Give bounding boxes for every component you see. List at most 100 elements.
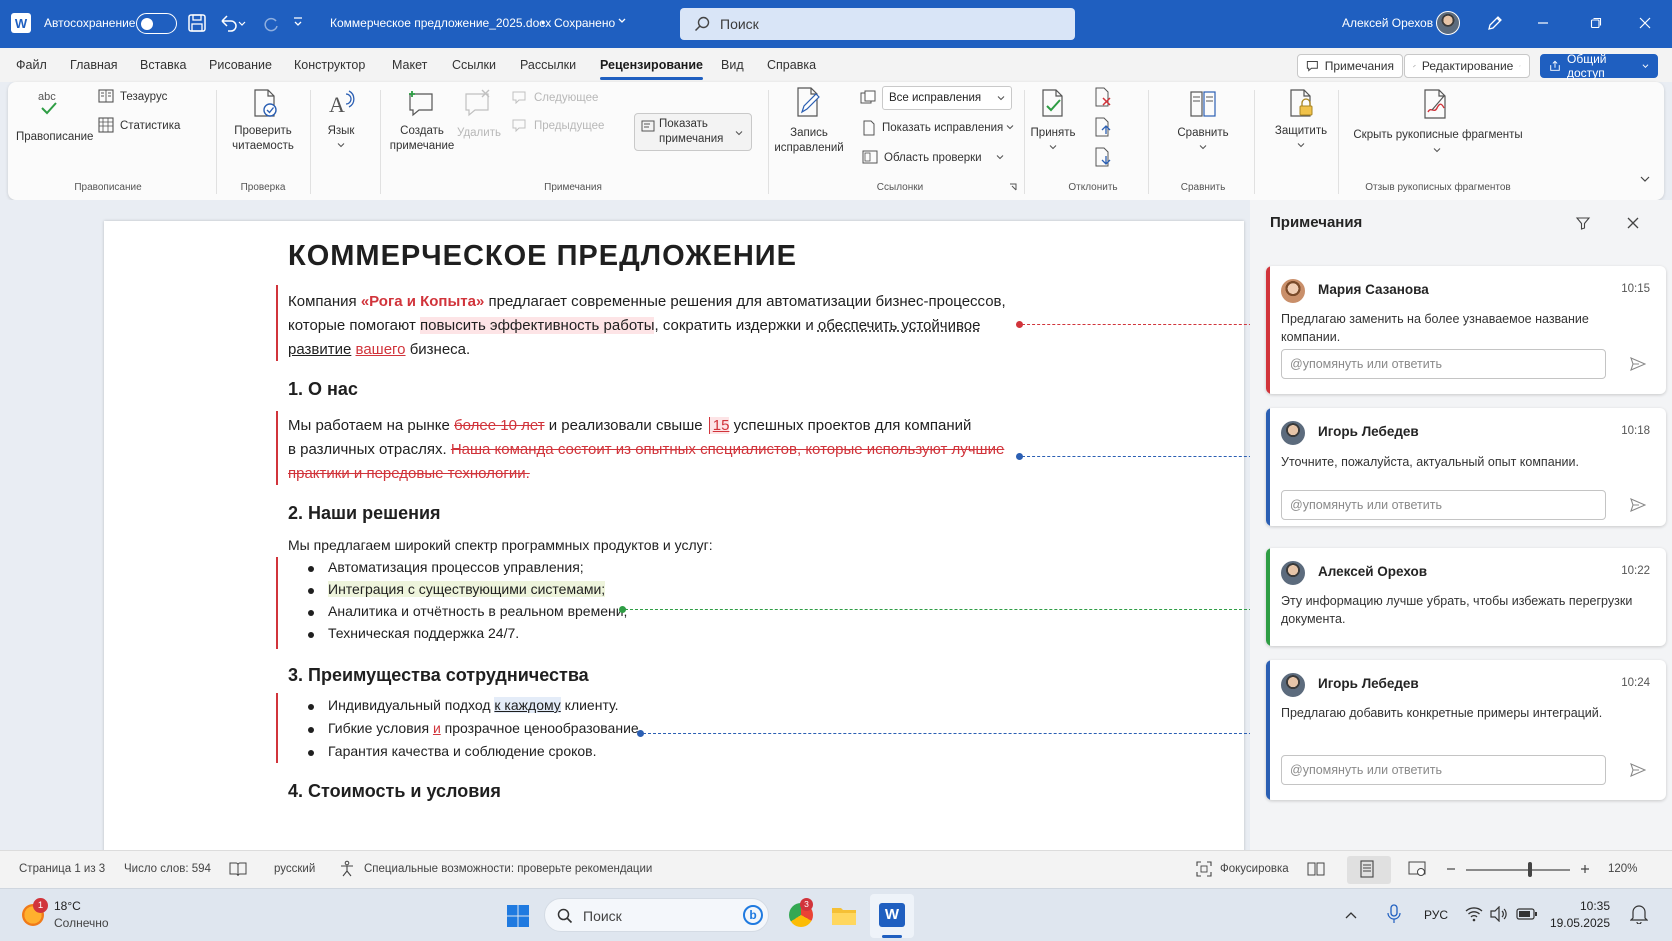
notification-bell-icon[interactable] (1629, 904, 1649, 925)
tab-references[interactable]: Ссылки (452, 58, 496, 72)
accept-button[interactable]: Принять (1028, 126, 1078, 141)
clock-time[interactable]: 10:35 (1550, 899, 1610, 913)
tab-insert[interactable]: Вставка (140, 58, 186, 72)
tab-help[interactable]: Справка (767, 58, 816, 72)
user-name[interactable]: Алексей Орехов (1342, 16, 1433, 30)
previous-comment-button[interactable]: Предыдущее (534, 119, 604, 134)
redo-icon[interactable] (260, 13, 280, 33)
next-change-icon[interactable] (1094, 146, 1112, 168)
language-status[interactable]: русский (274, 863, 315, 875)
language-button[interactable]: Язык (321, 124, 361, 139)
new-comment-label-2[interactable]: примечание (386, 139, 458, 154)
reject-icon[interactable] (1094, 86, 1112, 108)
comment-card[interactable]: Игорь Лебедев 10:18 Уточните, пожалуйста… (1266, 408, 1666, 526)
reviewing-pane-button[interactable]: Область проверки (884, 151, 982, 166)
tab-review[interactable]: Рецензирование (600, 58, 703, 80)
customize-qat-icon[interactable] (292, 15, 304, 29)
check-readability-label-2[interactable]: читаемость (223, 139, 303, 154)
accessibility-icon[interactable] (338, 860, 356, 878)
send-icon[interactable] (1623, 349, 1653, 379)
focus-icon[interactable] (1195, 860, 1213, 878)
deleted-text[interactable]: практики и передовые технологии. (288, 465, 530, 482)
spelling-button[interactable]: Правописание (16, 130, 93, 145)
minimize-icon[interactable] (1537, 17, 1549, 29)
show-markup-button[interactable]: Показать исправления (882, 121, 1003, 136)
new-comment-label-1[interactable]: Создать (386, 124, 458, 139)
previous-change-icon[interactable] (1094, 116, 1112, 138)
tab-mailings[interactable]: Рассылки (520, 58, 576, 72)
comment-card[interactable]: Алексей Орехов 10:22 Эту информацию лучш… (1266, 548, 1666, 646)
commented-text[interactable]: повысить эффективность работы (419, 317, 655, 334)
collapse-ribbon-icon[interactable] (1638, 172, 1652, 186)
show-comments-button[interactable]: Показать примечания (634, 113, 752, 151)
send-icon[interactable] (1623, 755, 1653, 785)
saved-status[interactable]: Сохранено (554, 16, 615, 30)
file-explorer-icon[interactable] (831, 905, 857, 926)
save-icon[interactable] (187, 13, 207, 33)
taskbar-search[interactable]: Поиск b (544, 898, 769, 932)
tab-design[interactable]: Конструктор (294, 58, 365, 72)
hide-ink-button[interactable]: Скрыть рукописные фрагменты (1348, 128, 1528, 143)
read-mode-icon[interactable] (1307, 860, 1325, 878)
accessibility-status[interactable]: Специальные возможности: проверьте реком… (364, 863, 652, 875)
wifi-icon[interactable] (1465, 906, 1483, 922)
close-icon[interactable] (1639, 17, 1651, 29)
commented-text[interactable]: к каждому (494, 697, 561, 713)
tab-home[interactable]: Главная (70, 58, 118, 72)
document-title[interactable]: Коммерческое предложение_2025.docx (330, 16, 551, 30)
undo-icon[interactable] (218, 13, 246, 33)
document-page[interactable]: КОММЕРЧЕСКОЕ ПРЕДЛОЖЕНИЕ Компания «Рога … (104, 221, 1244, 850)
statistics-button[interactable]: Статистика (120, 119, 180, 134)
delete-comment-button[interactable]: Удалить (454, 126, 504, 141)
deleted-text[interactable]: Наша команда состоит из опытных специали… (451, 441, 1004, 458)
comment-card[interactable]: Игорь Лебедев 10:24 Предлагаю добавить к… (1266, 660, 1666, 800)
volume-icon[interactable] (1490, 905, 1508, 923)
list-item[interactable]: Интеграция с существующими системами; (328, 581, 606, 597)
filter-icon[interactable] (1574, 214, 1592, 232)
tab-file[interactable]: Файл (16, 58, 47, 72)
reply-input[interactable]: @упомянуть или ответить (1281, 755, 1606, 785)
markup-display-select[interactable]: Все исправления (882, 86, 1012, 110)
weather-condition[interactable]: Солнечно (54, 916, 109, 930)
deleted-text[interactable]: более 10 лет (454, 417, 545, 434)
close-pane-icon[interactable] (1624, 214, 1642, 232)
web-layout-icon[interactable] (1407, 860, 1427, 878)
dialog-launcher-icon[interactable] (1008, 182, 1018, 192)
inserted-text[interactable]: и (433, 720, 441, 736)
next-comment-button[interactable]: Следующее (534, 91, 598, 106)
weather-temperature[interactable]: 18°C (54, 899, 81, 913)
inserted-text[interactable]: 15 (708, 417, 730, 434)
search-box[interactable]: Поиск (680, 8, 1075, 40)
comment-card[interactable]: Мария Сазанова 10:15 Предлагаю заменить … (1266, 266, 1666, 394)
protect-button[interactable]: Защитить (1268, 124, 1334, 139)
comments-button[interactable]: Примечания (1297, 54, 1403, 78)
user-avatar[interactable] (1436, 11, 1460, 35)
reply-input[interactable]: @упомянуть или ответить (1281, 490, 1606, 520)
chevron-up-icon[interactable] (1345, 909, 1359, 921)
tab-layout[interactable]: Макет (392, 58, 427, 72)
zoom-slider-thumb[interactable] (1528, 862, 1532, 877)
inserted-text[interactable]: вашего (356, 341, 406, 358)
reply-input[interactable]: @упомянуть или ответить (1281, 349, 1606, 379)
thesaurus-button[interactable]: Тезаурус (120, 90, 167, 105)
pen-icon[interactable] (1485, 13, 1505, 33)
microphone-icon[interactable] (1387, 904, 1401, 926)
zoom-in-icon[interactable] (1578, 861, 1592, 877)
word-count[interactable]: Число слов: 594 (124, 863, 211, 875)
restore-icon[interactable] (1590, 17, 1602, 29)
zoom-level[interactable]: 120% (1608, 863, 1637, 875)
input-language[interactable]: РУС (1424, 908, 1448, 922)
chevron-down-icon[interactable] (617, 16, 627, 26)
check-readability-label-1[interactable]: Проверить (223, 124, 303, 139)
battery-icon[interactable] (1516, 907, 1538, 921)
book-icon[interactable] (229, 860, 247, 878)
send-icon[interactable] (1623, 490, 1653, 520)
zoom-out-icon[interactable] (1444, 861, 1458, 877)
zoom-slider[interactable] (1466, 869, 1570, 871)
autosave-toggle[interactable] (136, 13, 177, 34)
track-changes-label-1[interactable]: Запись (772, 126, 846, 141)
editing-mode-button[interactable]: Редактирование (1404, 54, 1530, 78)
page-count[interactable]: Страница 1 из 3 (19, 863, 105, 875)
share-button[interactable]: Общий доступ (1540, 52, 1658, 80)
track-changes-label-2[interactable]: исправлений (772, 141, 846, 156)
